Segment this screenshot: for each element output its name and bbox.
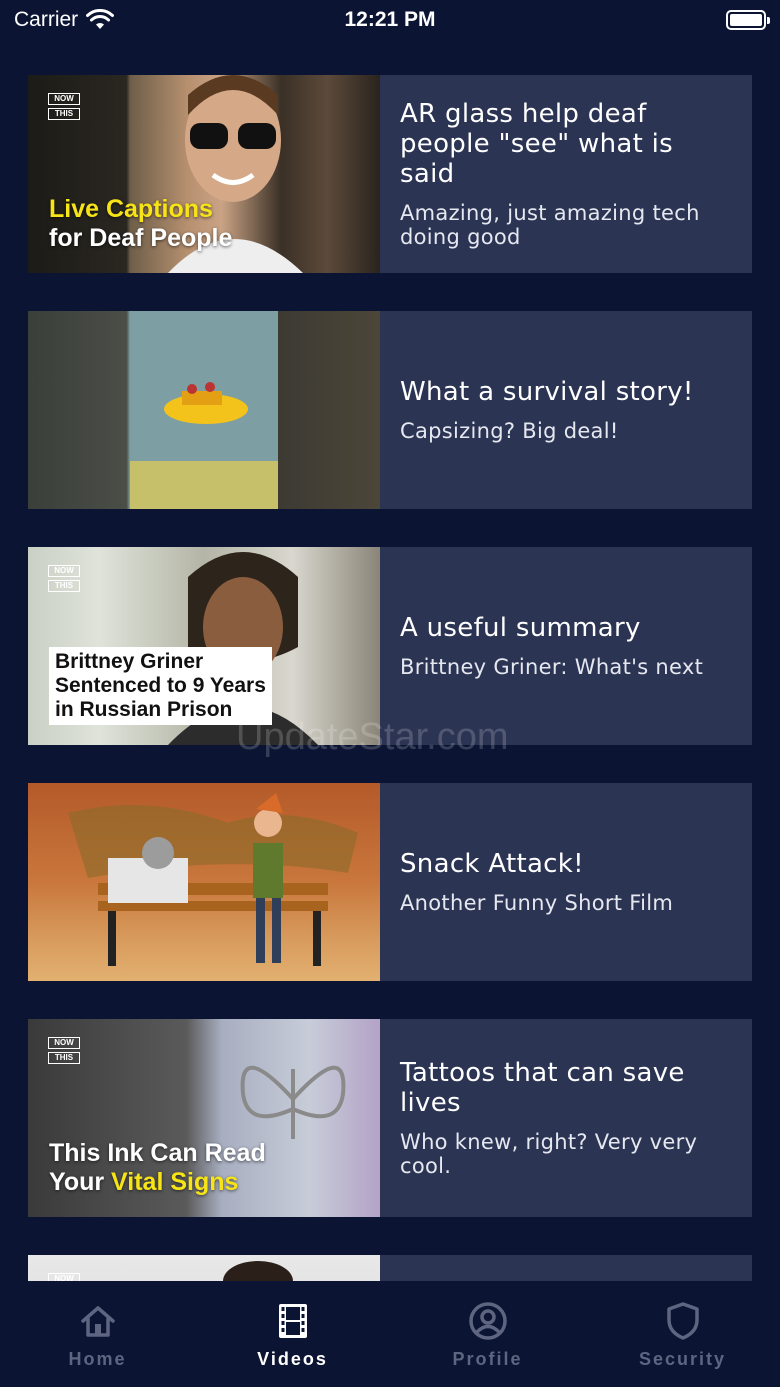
video-title: AR glass help deaf people "see" what is … [400,99,674,189]
profile-icon [468,1302,507,1340]
card-text: A useful summary Brittney Griner: What's… [380,547,752,745]
video-card[interactable]: NOW THIS Live Captions for Deaf People AR… [28,75,752,273]
tab-home[interactable]: Home [0,1281,195,1387]
video-thumbnail[interactable]: NOW THIS This Ink Can Read Your Vital Sig… [28,1019,380,1217]
thumbnail-caption: Brittney Griner Sentenced to 9 Years in … [49,647,272,725]
home-icon [80,1306,115,1337]
video-card[interactable]: What a survival story! Capsizing? Big de… [28,311,752,509]
video-subtitle: Amazing, just amazing tech doing good [400,201,700,249]
tab-label: Security [638,1349,727,1369]
video-card[interactable]: NOW [28,1255,752,1281]
video-thumbnail[interactable] [28,783,380,981]
tab-label: Videos [257,1349,328,1369]
video-subtitle: Who knew, right? Very very cool. [400,1130,698,1178]
video-title: Tattoos that can save lives [400,1058,685,1118]
card-text [380,1255,752,1281]
video-card[interactable]: Snack Attack! Another Funny Short Film [28,783,752,981]
nowthis-logo: NOW [48,1273,80,1281]
nowthis-logo: NOW THIS [48,1037,80,1071]
tab-security[interactable]: Security [585,1281,780,1387]
film-icon [278,1304,307,1338]
video-thumbnail[interactable] [28,311,380,509]
tab-label: Home [68,1349,127,1369]
video-feed[interactable]: NOW THIS Live Captions for Deaf People AR… [0,44,780,1281]
boat-scene [130,311,278,509]
video-thumbnail[interactable]: NOW THIS Live Captions for Deaf People [28,75,380,273]
nowthis-logo: NOW THIS [48,565,80,599]
bench-scene [68,793,358,966]
video-subtitle: Another Funny Short Film [400,891,674,915]
nowthis-logo: NOW THIS [48,93,80,127]
video-thumbnail[interactable]: NOW THIS Brittney Griner Sentenced to 9 Y… [28,547,380,745]
video-card[interactable]: NOW THIS This Ink Can Read Your Vital Sig… [28,1019,752,1217]
video-subtitle: Brittney Griner: What's next [400,655,704,679]
thumbnail-caption: Live Captions for Deaf People [49,195,233,252]
card-text: What a survival story! Capsizing? Big de… [380,311,752,509]
card-text: Tattoos that can save lives Who knew, ri… [380,1019,752,1217]
tab-profile[interactable]: Profile [390,1281,585,1387]
video-title: Snack Attack! [400,849,584,879]
video-subtitle: Capsizing? Big deal! [400,419,619,443]
card-text: Snack Attack! Another Funny Short Film [380,783,752,981]
thumbnail-detail [223,1261,293,1281]
status-time: 12:21 PM [344,8,436,31]
thumbnail-caption: This Ink Can Read Your Vital Signs [49,1139,266,1196]
video-thumbnail[interactable]: NOW [28,1255,380,1281]
card-text: AR glass help deaf people "see" what is … [380,75,752,273]
tab-bar: Home Videos Profile Security [0,1281,780,1387]
shield-icon [666,1302,699,1340]
video-title: A useful summary [400,613,641,643]
status-bar: Carrier 12:21 PM [0,0,780,44]
tab-label: Profile [452,1349,523,1369]
tab-videos[interactable]: Videos [195,1281,390,1387]
video-title: What a survival story! [400,377,694,407]
battery-icon [726,10,770,30]
video-card[interactable]: NOW THIS Brittney Griner Sentenced to 9 Y… [28,547,752,745]
